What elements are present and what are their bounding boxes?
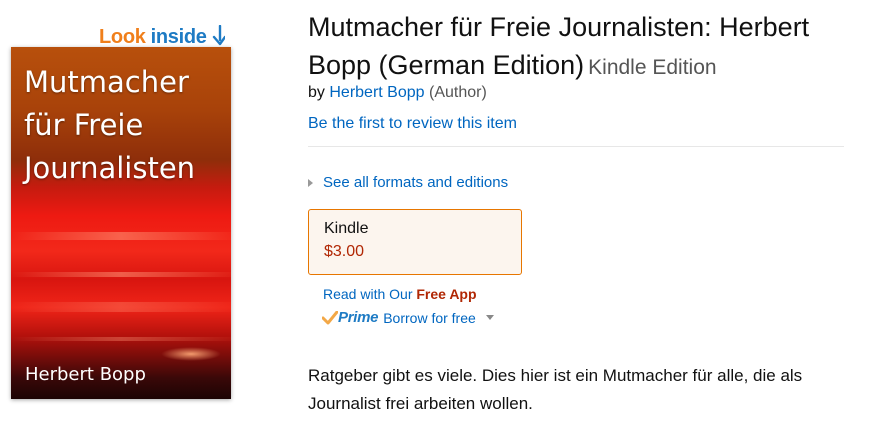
divider — [308, 146, 844, 147]
cover-author: Herbert Bopp — [25, 364, 146, 385]
product-edition: Kindle Edition — [588, 56, 717, 79]
prime-borrow-dropdown[interactable]: Prime Borrow for free — [322, 309, 494, 326]
product-title-text: Mutmacher für Freie Journalisten: Herber… — [308, 12, 810, 80]
read-with-link[interactable]: Read with Our — [323, 286, 412, 302]
read-with-free-app: Read with Our Free App — [323, 286, 477, 302]
free-app-link[interactable]: Free App — [416, 286, 476, 302]
format-option-kindle[interactable]: Kindle $3.00 — [308, 209, 522, 275]
book-cover-image[interactable]: Mutmacher für Freie Journalisten Herbert… — [11, 47, 231, 399]
prime-check-icon — [322, 310, 338, 324]
cover-decoration — [11, 272, 231, 277]
product-description: Ratgeber gibt es viele. Dies hier ist ei… — [308, 366, 803, 413]
cover-decoration — [161, 347, 221, 361]
byline-prefix: by — [308, 84, 325, 101]
author-link[interactable]: Herbert Bopp — [329, 84, 424, 101]
see-all-formats-link[interactable]: See all formats and editions — [323, 174, 508, 191]
borrow-for-free-link[interactable]: Borrow for free — [383, 310, 476, 326]
chevron-down-icon[interactable] — [485, 315, 494, 320]
prime-logo-word: Prime — [338, 309, 379, 326]
author-role: (Author) — [428, 84, 487, 101]
product-title: Mutmacher für Freie Journalisten: Herber… — [308, 8, 848, 87]
see-all-formats-toggle[interactable]: See all formats and editions — [308, 174, 508, 191]
format-name: Kindle — [324, 220, 369, 237]
prime-logo: Prime — [322, 309, 379, 326]
product-page: Look inside Mutmacher für Freie Journali… — [0, 0, 881, 423]
triangle-right-icon — [308, 178, 313, 187]
first-review-link[interactable]: Be the first to review this item — [308, 115, 517, 132]
look-inside-inside-label: inside — [150, 26, 207, 48]
cover-decoration — [11, 232, 231, 240]
cover-decoration — [11, 302, 231, 312]
byline: by Herbert Bopp (Author) — [308, 84, 487, 102]
look-inside-button[interactable]: Look inside — [99, 21, 225, 49]
format-price: $3.00 — [324, 243, 365, 260]
cover-title: Mutmacher für Freie Journalisten — [24, 65, 196, 185]
look-inside-look-label: Look — [99, 26, 146, 48]
curved-down-arrow-icon — [212, 25, 225, 46]
review-section: Be the first to review this item — [308, 115, 517, 133]
cover-decoration — [11, 337, 231, 341]
